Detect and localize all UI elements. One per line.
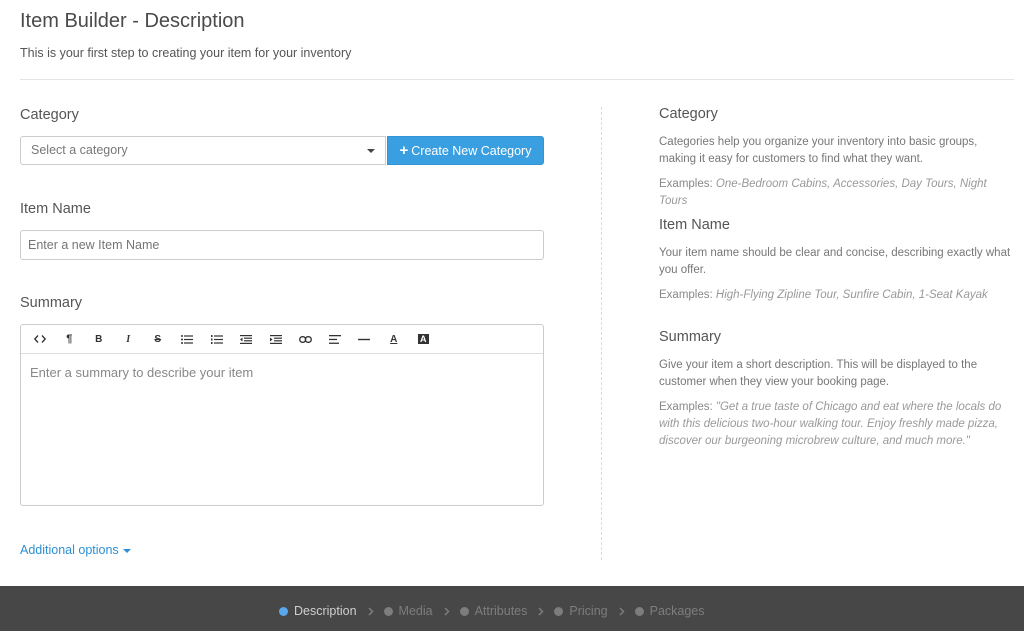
horizontal-rule-button[interactable] — [350, 325, 380, 353]
item-name-input[interactable] — [20, 230, 544, 260]
strikethrough-icon: S — [154, 333, 162, 345]
editor-toolbar: ¶ B I S A A — [21, 325, 543, 354]
page-subtitle: This is your first step to creating your… — [20, 46, 352, 60]
help-category-examples: Examples: One-Bedroom Cabins, Accessorie… — [659, 178, 987, 207]
horizontal-rule-icon — [358, 338, 371, 340]
help-category-text: Categories help you organize your invent… — [659, 136, 978, 165]
chevron-right-icon — [619, 606, 625, 616]
background-color-button[interactable]: A — [409, 325, 439, 353]
create-new-category-label: Create New Category — [411, 144, 532, 158]
font-color-button[interactable]: A — [379, 325, 409, 353]
font-color-icon: A — [390, 333, 398, 345]
step-dot-icon — [634, 606, 644, 616]
step-pricing[interactable]: Pricing — [554, 604, 608, 618]
category-select[interactable]: Select a category — [20, 136, 386, 165]
steps: Description Media Attributes Pricing Pac… — [279, 604, 705, 618]
bold-icon: B — [95, 333, 103, 345]
numbered-list-button[interactable] — [202, 325, 232, 353]
outdent-button[interactable] — [232, 325, 262, 353]
link-button[interactable] — [291, 325, 321, 353]
numbered-list-icon — [210, 334, 223, 344]
step-dot-icon — [279, 606, 288, 616]
indent-button[interactable] — [261, 325, 291, 353]
italic-button[interactable]: I — [114, 325, 144, 353]
bullet-list-button[interactable] — [173, 325, 203, 353]
step-media[interactable]: Media — [383, 604, 433, 618]
align-icon — [328, 334, 341, 344]
step-dot-icon — [459, 606, 469, 616]
italic-icon: I — [126, 333, 131, 345]
create-new-category-button[interactable]: + Create New Category — [387, 136, 544, 165]
help-item-name-title: Item Name — [659, 217, 730, 233]
link-icon — [298, 335, 312, 343]
help-item-name-text: Your item name should be clear and conci… — [659, 247, 1011, 276]
paragraph-icon: ¶ — [66, 333, 73, 345]
help-summary-text: Give your item a short description. This… — [659, 359, 978, 388]
caret-down-icon — [122, 548, 131, 553]
help-item-name-examples: Examples: High-Flying Zipline Tour, Sunf… — [659, 289, 988, 301]
bullet-list-icon — [181, 334, 194, 344]
paragraph-button[interactable]: ¶ — [55, 325, 85, 353]
code-view-icon — [33, 335, 46, 343]
help-item-name: Item Name Your item name should be clear… — [659, 217, 1014, 304]
summary-label: Summary — [20, 295, 83, 311]
indent-icon — [269, 334, 282, 344]
help-summary-examples: Examples: "Get a true taste of Chicago a… — [659, 401, 1002, 447]
footer-stepper-bar: Description Media Attributes Pricing Pac… — [0, 586, 1024, 631]
category-select-placeholder: Select a category — [31, 143, 128, 157]
help-category-title: Category — [659, 106, 718, 122]
chevron-down-icon — [367, 149, 375, 153]
page-title: Item Builder - Description — [20, 10, 245, 32]
header-divider — [20, 79, 1014, 80]
bold-button[interactable]: B — [84, 325, 114, 353]
plus-icon: + — [399, 142, 409, 159]
summary-placeholder: Enter a summary to describe your item — [30, 365, 254, 380]
background-color-icon: A — [418, 334, 429, 344]
help-category: Category Categories help you organize yo… — [659, 106, 1014, 210]
outdent-icon — [240, 334, 253, 344]
step-attributes[interactable]: Attributes — [459, 604, 527, 618]
chevron-right-icon — [444, 606, 450, 616]
column-divider — [601, 107, 602, 560]
category-label: Category — [20, 107, 79, 123]
align-button[interactable] — [320, 325, 350, 353]
item-name-label: Item Name — [20, 201, 91, 217]
step-dot-icon — [383, 606, 393, 616]
code-view-button[interactable] — [25, 325, 55, 353]
additional-options-label: Additional options — [20, 543, 119, 557]
step-packages[interactable]: Packages — [634, 604, 705, 618]
summary-editor[interactable]: ¶ B I S A A Enter a summary to describe … — [20, 324, 544, 506]
step-description[interactable]: Description — [279, 604, 357, 618]
chevron-right-icon — [538, 606, 544, 616]
help-summary-title: Summary — [659, 329, 722, 345]
additional-options-link[interactable]: Additional options — [20, 543, 131, 557]
step-dot-icon — [554, 606, 564, 616]
strikethrough-button[interactable]: S — [143, 325, 173, 353]
help-summary: Summary Give your item a short descripti… — [659, 329, 1014, 450]
chevron-right-icon — [368, 606, 374, 616]
